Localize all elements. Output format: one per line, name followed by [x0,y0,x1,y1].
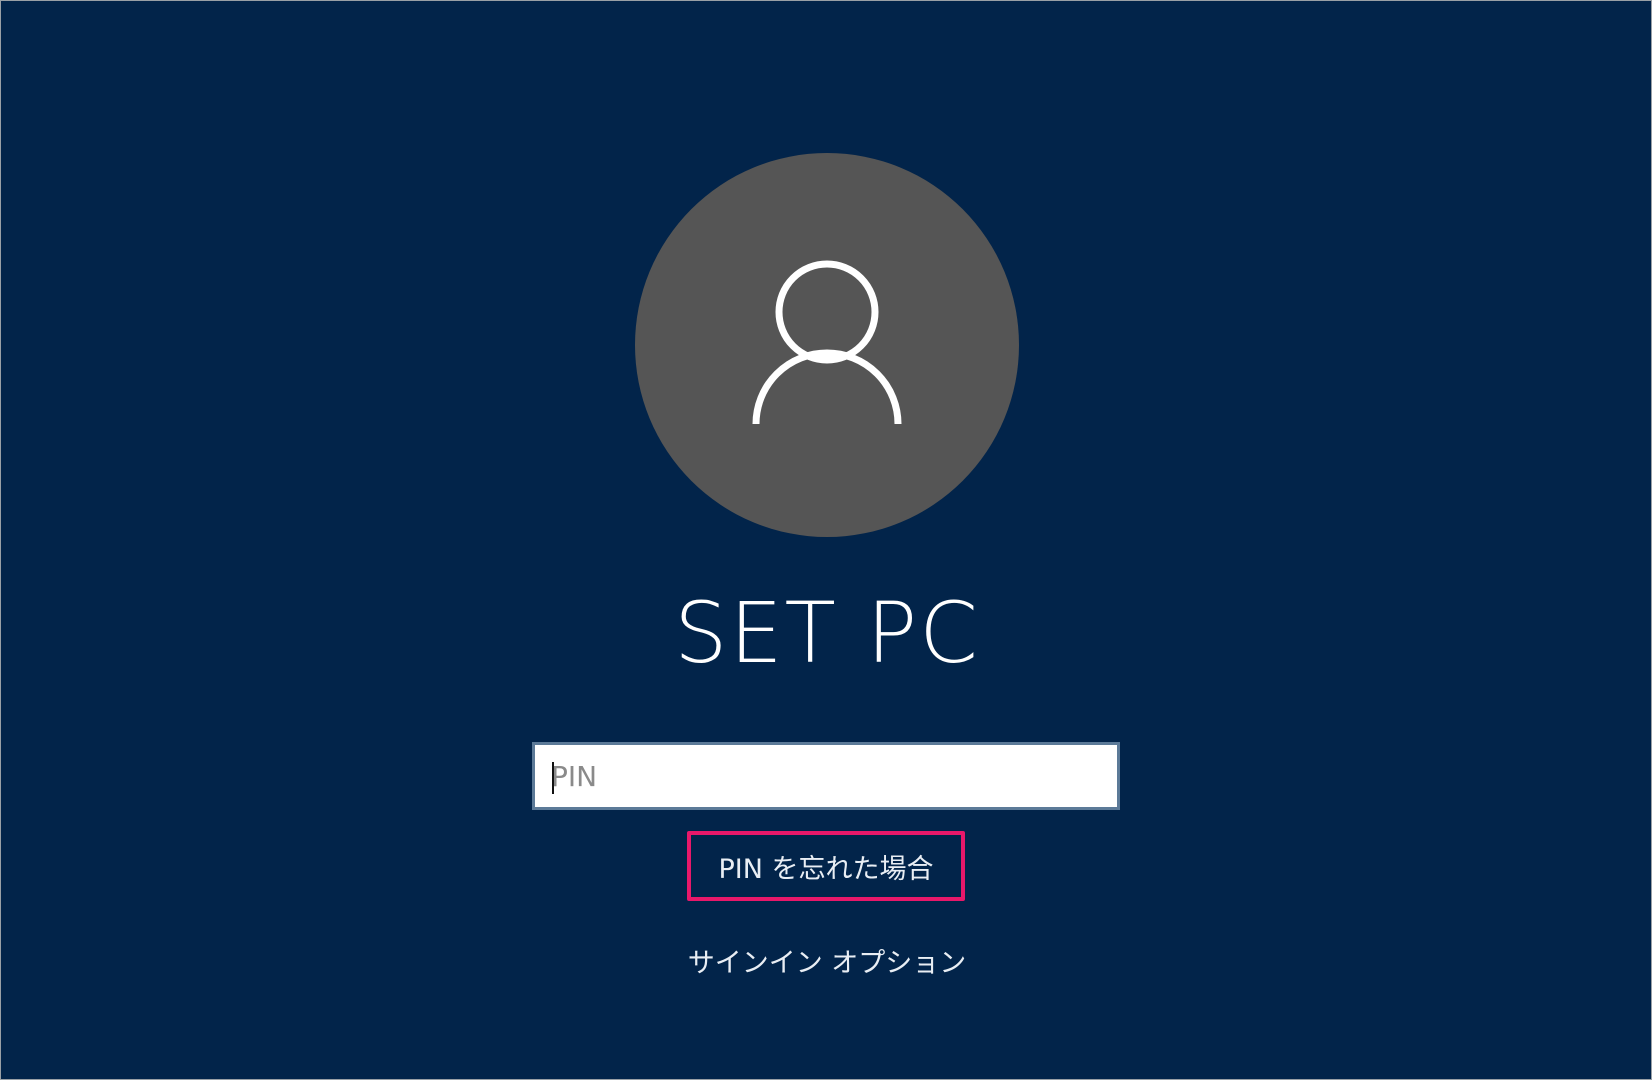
user-silhouette-icon [752,260,902,425]
pin-input[interactable] [535,745,1117,807]
text-caret [552,762,554,794]
lock-screen: SET PC PIN を忘れた場合 サインイン オプション [0,0,1652,1080]
user-avatar [635,153,1019,537]
user-name: SET PC [674,584,980,682]
pin-field[interactable] [532,742,1120,810]
forgot-pin-link[interactable]: PIN を忘れた場合 [687,831,965,901]
signin-options-link[interactable]: サインイン オプション [1,938,1651,982]
